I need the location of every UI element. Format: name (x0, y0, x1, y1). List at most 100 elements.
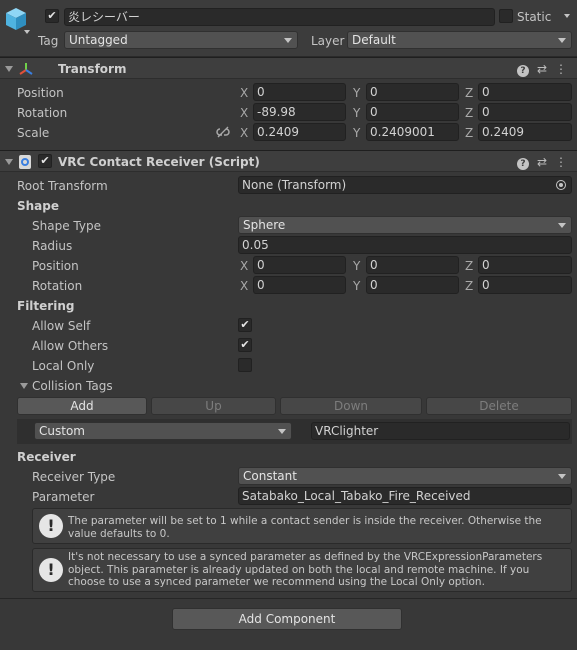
header-actions: ? ⇄ ⋮ (516, 155, 567, 170)
static-dropdown-icon[interactable] (564, 14, 570, 18)
axis-z-label: Z (465, 259, 474, 273)
tag-value-field[interactable]: VRClighter (311, 422, 570, 440)
help-box-1: ! The parameter will be set to 1 while a… (32, 508, 572, 544)
shape-rotation-x-field[interactable]: 0 (253, 276, 346, 294)
position-z-field[interactable]: 0 (478, 83, 572, 101)
transform-rotation-label: Rotation (17, 106, 68, 120)
icon-dropdown-icon[interactable] (24, 30, 30, 34)
receiver-type-value: Constant (243, 469, 297, 483)
collision-tags-foldout-icon[interactable] (20, 383, 28, 389)
gameobject-icon[interactable] (3, 6, 29, 32)
tag-type-value: Custom (39, 424, 85, 438)
preset-icon[interactable]: ⇄ (537, 62, 547, 76)
receiver-type-label: Receiver Type (32, 470, 116, 484)
axis-y-label: Y (353, 279, 361, 293)
shape-section-label: Shape (17, 199, 60, 213)
help-text-2: It's not necessary to use a synced param… (68, 551, 543, 588)
axis-y-label: Y (353, 86, 361, 100)
transform-scale-label: Scale (17, 126, 50, 140)
component-enabled-checkbox[interactable]: ✔ (38, 154, 52, 168)
chevron-down-icon (558, 38, 566, 43)
shape-rotation-z-field[interactable]: 0 (478, 276, 572, 294)
object-picker-icon[interactable] (556, 180, 566, 190)
collision-tags-label[interactable]: Collision Tags (32, 379, 113, 393)
axis-y-label: Y (353, 259, 361, 273)
shape-position-z-field[interactable]: 0 (478, 256, 572, 274)
local-only-checkbox[interactable] (238, 358, 252, 372)
active-checkbox[interactable]: ✔ (45, 9, 59, 23)
root-transform-field[interactable]: None (Transform) (238, 176, 572, 194)
shape-position-x-field[interactable]: 0 (253, 256, 346, 274)
foldout-arrow-icon[interactable] (5, 66, 13, 72)
context-menu-icon[interactable]: ⋮ (555, 155, 567, 169)
constrain-proportions-icon[interactable] (216, 125, 230, 139)
script-icon (19, 155, 31, 169)
allow-others-label: Allow Others (32, 339, 109, 353)
axis-x-label: X (240, 126, 249, 140)
help-icon[interactable]: ? (516, 65, 529, 77)
chevron-down-icon (558, 474, 566, 479)
add-component-button[interactable]: Add Component (172, 608, 402, 630)
transform-header[interactable]: Transform ? ⇄ ⋮ (0, 57, 577, 79)
allow-self-label: Allow Self (32, 319, 91, 333)
static-checkbox[interactable] (499, 9, 513, 23)
info-icon: ! (39, 514, 63, 538)
axis-z-label: Z (465, 106, 474, 120)
receiver-title: VRC Contact Receiver (Script) (58, 155, 260, 169)
shape-type-dropdown[interactable]: Sphere (238, 216, 572, 234)
rotation-y-field[interactable]: 0 (366, 103, 459, 121)
axis-x-label: X (240, 106, 249, 120)
rotation-z-field[interactable]: 0 (478, 103, 572, 121)
rotation-x-field[interactable]: -89.98 (253, 103, 346, 121)
receiver-type-dropdown[interactable]: Constant (238, 467, 572, 485)
tag-dropdown[interactable]: Untagged (64, 31, 298, 49)
parameter-field[interactable]: Satabako_Local_Tabako_Fire_Received (238, 487, 572, 505)
foldout-arrow-icon[interactable] (5, 159, 13, 165)
axis-z-label: Z (465, 279, 474, 293)
divider (0, 598, 577, 599)
tag-type-dropdown[interactable]: Custom (34, 422, 292, 440)
tag-value: Untagged (69, 33, 128, 47)
allow-self-checkbox[interactable]: ✔ (238, 318, 252, 332)
preset-icon[interactable]: ⇄ (537, 155, 547, 169)
info-icon: ! (39, 558, 63, 582)
radius-label: Radius (32, 239, 73, 253)
shape-type-value: Sphere (243, 218, 286, 232)
add-button[interactable]: Add (17, 397, 147, 415)
scale-y-field[interactable]: 0.2409001 (366, 123, 459, 141)
radius-field[interactable]: 0.05 (238, 236, 572, 254)
position-y-field[interactable]: 0 (366, 83, 459, 101)
object-name-field[interactable]: 炎レシーバー (64, 8, 495, 26)
parameter-label: Parameter (32, 490, 95, 504)
delete-button[interactable]: Delete (426, 397, 572, 415)
allow-others-checkbox[interactable]: ✔ (238, 338, 252, 352)
shape-rotation-y-field[interactable]: 0 (366, 276, 459, 294)
static-label: Static (517, 10, 552, 24)
help-box-2: ! It's not necessary to use a synced par… (32, 548, 572, 592)
up-button[interactable]: Up (151, 397, 276, 415)
local-only-label: Local Only (32, 359, 95, 373)
axis-x-label: X (240, 259, 249, 273)
scale-x-field[interactable]: 0.2409 (253, 123, 346, 141)
root-transform-value: None (Transform) (242, 178, 347, 192)
chevron-down-icon (558, 223, 566, 228)
receiver-header[interactable]: ✔ VRC Contact Receiver (Script) ? ⇄ ⋮ (0, 150, 577, 172)
shape-type-label: Shape Type (32, 219, 101, 233)
position-x-field[interactable]: 0 (253, 83, 346, 101)
layer-value: Default (352, 33, 396, 47)
root-transform-label: Root Transform (17, 179, 108, 193)
scale-z-field[interactable]: 0.2409 (478, 123, 572, 141)
context-menu-icon[interactable]: ⋮ (555, 62, 567, 76)
axis-x-label: X (240, 279, 249, 293)
header-actions: ? ⇄ ⋮ (516, 62, 567, 77)
axis-z-label: Z (465, 126, 474, 140)
object-header: ✔ 炎レシーバー Static Tag Untagged Layer Defau… (0, 0, 577, 57)
shape-position-y-field[interactable]: 0 (366, 256, 459, 274)
axis-z-label: Z (465, 86, 474, 100)
chevron-down-icon (284, 38, 292, 43)
help-icon[interactable]: ? (516, 158, 529, 170)
layer-dropdown[interactable]: Default (347, 31, 572, 49)
transform-icon (18, 61, 34, 77)
receiver-section-label: Receiver (17, 450, 76, 464)
down-button[interactable]: Down (280, 397, 422, 415)
